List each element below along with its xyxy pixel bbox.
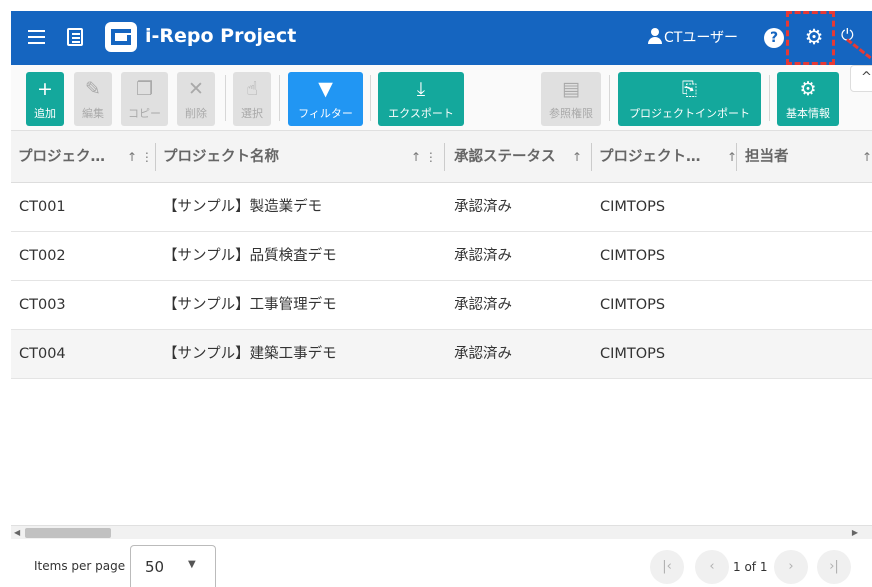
user-icon[interactable] xyxy=(647,28,663,44)
sort-arrow-icon[interactable]: ↑ ⋮ xyxy=(127,131,153,183)
toolbar: + 追加 ✎ 編集 ❐ コピー ✕ 削除 ☝ 選択 ▼ フィルター ⤓ エクスポ… xyxy=(11,65,872,131)
delete-button[interactable]: ✕ 削除 xyxy=(177,72,215,126)
toolbar-divider xyxy=(370,75,371,121)
export-button[interactable]: ⤓ エクスポート xyxy=(378,72,464,126)
items-per-page-select[interactable]: 50 ▼ xyxy=(130,545,216,587)
list-view-icon[interactable] xyxy=(67,28,83,46)
settings-box-icon: ⚙ xyxy=(799,78,817,100)
sort-arrow-icon[interactable]: ↑ xyxy=(572,131,582,183)
sort-arrow-icon[interactable]: ↑ xyxy=(862,131,872,183)
column-header-approval-status[interactable]: 承認ステータス ↑ xyxy=(454,131,582,183)
items-per-page-label: Items per page xyxy=(34,559,126,573)
filter-icon: ▼ xyxy=(318,78,333,100)
column-header-project-code[interactable]: プロジェク… ↑ ⋮ xyxy=(18,131,153,183)
permissions-button[interactable]: ▤ 参照権限 xyxy=(541,72,601,126)
select-button[interactable]: ☝ 選択 xyxy=(233,72,271,126)
copy-button[interactable]: ❐ コピー xyxy=(121,72,168,126)
first-page-button[interactable]: |‹ xyxy=(650,550,684,584)
app-header: i-Repo Project CTユーザー ? ⚙ ⏻ xyxy=(11,11,872,65)
sort-arrow-icon[interactable]: ↑ ⋮ xyxy=(411,131,437,183)
touch-icon: ☝ xyxy=(246,78,258,100)
table-row[interactable]: CT001 【サンプル】製造業デモ 承認済み CIMTOPS xyxy=(11,183,872,232)
app-title: i-Repo Project xyxy=(145,25,297,47)
column-divider[interactable] xyxy=(155,143,156,171)
horizontal-scrollbar[interactable]: ◀ ▶ xyxy=(11,525,872,539)
plus-icon: + xyxy=(37,78,53,100)
paginator: Items per page 50 ▼ |‹ ‹ 1 of 1 › ›| xyxy=(11,539,872,587)
last-page-button[interactable]: ›| xyxy=(817,550,851,584)
user-name[interactable]: CTユーザー xyxy=(664,27,738,47)
table-row[interactable]: CT004 【サンプル】建築工事デモ 承認済み CIMTOPS xyxy=(11,330,872,379)
menu-icon[interactable] xyxy=(28,30,45,44)
next-page-button[interactable]: › xyxy=(774,550,808,584)
settings-highlight xyxy=(786,11,835,65)
close-icon: ✕ xyxy=(188,78,204,100)
filter-button[interactable]: ▼ フィルター xyxy=(288,72,363,126)
table-row[interactable]: CT002 【サンプル】品質検査デモ 承認済み CIMTOPS xyxy=(11,232,872,281)
project-import-button[interactable]: ⎘ プロジェクトインポート xyxy=(618,72,761,126)
column-divider[interactable] xyxy=(591,143,592,171)
scroll-left-icon[interactable]: ◀ xyxy=(14,526,20,540)
download-icon: ⤓ xyxy=(416,78,426,100)
table-row[interactable]: CT003 【サンプル】工事管理デモ 承認済み CIMTOPS xyxy=(11,281,872,330)
file-upload-icon: ⎘ xyxy=(681,78,698,100)
chevron-up-icon[interactable]: ^ xyxy=(850,65,872,92)
help-icon[interactable]: ? xyxy=(764,28,784,48)
chevron-down-icon: ▼ xyxy=(188,559,196,570)
scroll-right-icon[interactable]: ▶ xyxy=(852,526,858,540)
column-header-project-name[interactable]: プロジェクト名称 ↑ ⋮ xyxy=(163,131,437,183)
previous-page-button[interactable]: ‹ xyxy=(695,550,729,584)
document-list-icon: ▤ xyxy=(562,78,580,100)
toolbar-divider xyxy=(609,75,610,121)
column-divider[interactable] xyxy=(736,143,737,171)
page-range-label: 1 of 1 xyxy=(733,560,768,574)
toolbar-divider xyxy=(769,75,770,121)
scrollbar-thumb[interactable] xyxy=(25,528,111,538)
pencil-icon: ✎ xyxy=(85,78,101,100)
column-header-project-org[interactable]: プロジェクト… ↑ xyxy=(599,131,737,183)
copy-icon: ❐ xyxy=(135,78,154,100)
column-divider[interactable] xyxy=(444,143,445,171)
basic-info-button[interactable]: ⚙ 基本情報 xyxy=(777,72,839,126)
toolbar-divider xyxy=(279,75,280,121)
add-button[interactable]: + 追加 xyxy=(26,72,64,126)
app-logo xyxy=(105,22,137,52)
toolbar-divider xyxy=(225,75,226,121)
column-header-assignee[interactable]: 担当者 ↑ xyxy=(745,131,872,183)
edit-button[interactable]: ✎ 編集 xyxy=(74,72,112,126)
table-header: プロジェク… ↑ ⋮ プロジェクト名称 ↑ ⋮ 承認ステータス ↑ プロジェクト… xyxy=(11,131,872,183)
